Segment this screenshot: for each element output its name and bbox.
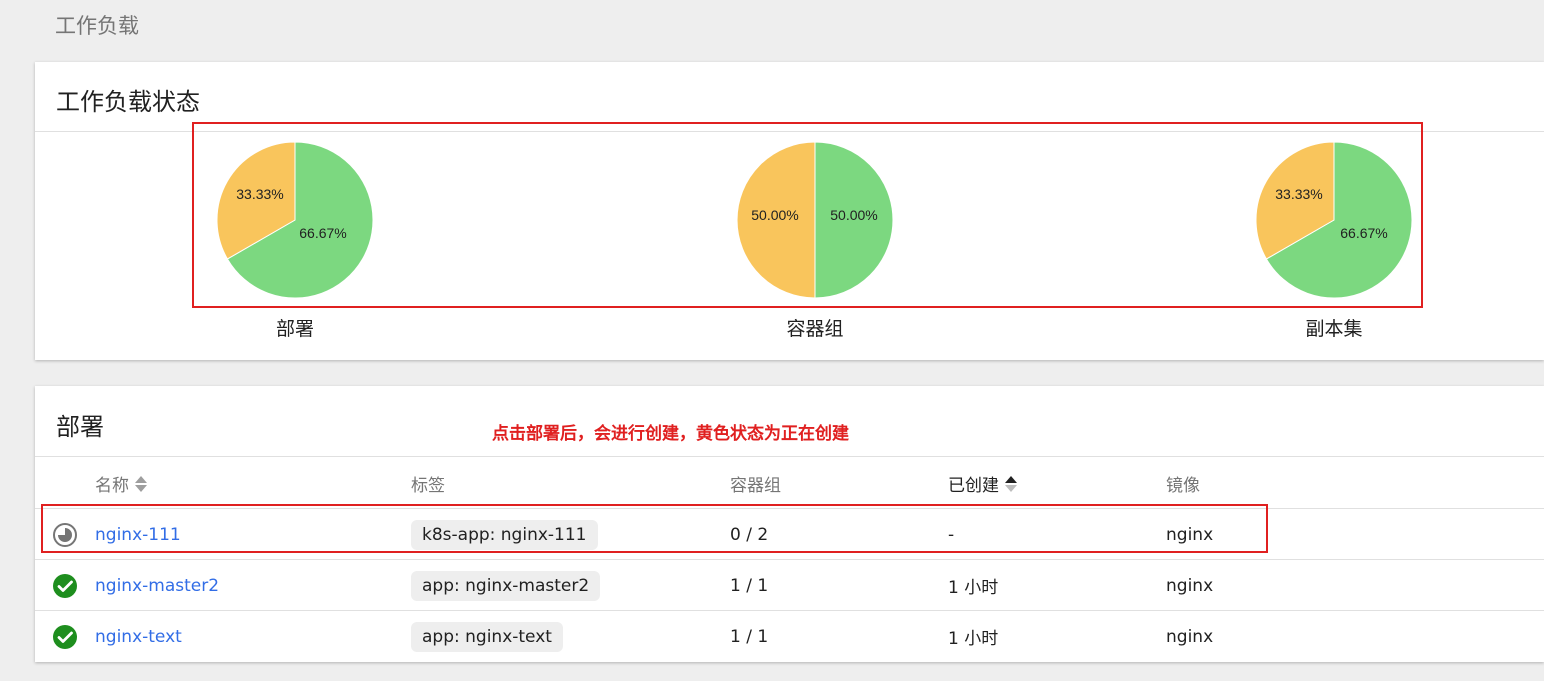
pods-slice-running-label: 50.00%	[830, 207, 877, 223]
sort-icon	[135, 475, 147, 492]
deployment-chart-label: 部署	[275, 318, 314, 340]
table-row[interactable]: nginx-text app: nginx-text 1 / 1 1 小时 ng…	[35, 610, 1544, 662]
column-header-name[interactable]: 名称	[95, 471, 147, 496]
pods-cell: 1 / 1	[730, 626, 769, 647]
label-chip: app: nginx-master2	[411, 570, 601, 601]
column-header-created[interactable]: 已创建	[948, 471, 1017, 496]
status-cell	[52, 509, 78, 560]
divider	[35, 456, 1544, 457]
pods-cell: 1 / 1	[730, 575, 769, 596]
replicaset-slice-pending-label: 33.33%	[1275, 186, 1322, 202]
pods-pie-chart: 50.00% 50.00%	[736, 141, 894, 299]
deployments-title: 部署	[56, 413, 104, 441]
created-cell: 1 小时	[948, 629, 999, 649]
label-cell: app: nginx-master2	[411, 560, 601, 611]
deployment-name-link[interactable]: nginx-111	[95, 509, 181, 560]
workload-status-card: 工作负载状态 66.67% 33.33% 部署 50.00% 50.00% 容器…	[35, 62, 1544, 360]
deployment-slice-pending-label: 33.33%	[236, 186, 283, 202]
column-header-image: 镜像	[1166, 476, 1200, 496]
image-cell: nginx	[1166, 626, 1214, 647]
status-cell	[52, 611, 78, 662]
column-header-created-label: 已创建	[948, 476, 999, 496]
table-row[interactable]: nginx-master2 app: nginx-master2 1 / 1 1…	[35, 559, 1544, 611]
pods-cell: 0 / 2	[730, 524, 769, 545]
label-chip: k8s-app: nginx-111	[411, 519, 598, 550]
pods-slice-pending-label: 50.00%	[751, 207, 798, 223]
deployment-name-link[interactable]: nginx-text	[95, 611, 182, 662]
replicaset-slice-running-label: 66.67%	[1340, 225, 1387, 241]
label-cell: k8s-app: nginx-111	[411, 509, 598, 560]
more-menu-icon[interactable]: ⋮	[1536, 408, 1544, 422]
deployment-name-link[interactable]: nginx-master2	[95, 560, 219, 611]
page-heading: 工作负载	[55, 14, 139, 38]
replicaset-chart-label: 副本集	[1305, 318, 1363, 340]
label-cell: app: nginx-text	[411, 611, 563, 662]
column-header-labels: 标签	[411, 476, 445, 496]
created-cell: -	[948, 524, 955, 545]
column-header-name-label: 名称	[95, 476, 129, 496]
sort-icon	[1005, 475, 1017, 492]
column-header-pods: 容器组	[730, 476, 781, 496]
pods-chart-label: 容器组	[786, 318, 844, 340]
image-cell: nginx	[1166, 575, 1214, 596]
label-chip: app: nginx-text	[411, 621, 563, 652]
deployment-slice-running-label: 66.67%	[299, 225, 346, 241]
table-row[interactable]: nginx-111 k8s-app: nginx-111 0 / 2 - ngi…	[35, 508, 1544, 560]
status-cell	[52, 560, 78, 611]
pending-status-icon	[53, 522, 77, 547]
deployments-card: 部署 点击部署后，会进行创建，黄色状态为正在创建 ⋮ 名称 标签 容器组 已创建…	[35, 386, 1544, 662]
check-circle-icon	[53, 573, 77, 598]
created-cell: 1 小时	[948, 578, 999, 598]
workload-status-title: 工作负载状态	[56, 88, 200, 116]
image-cell: nginx	[1166, 524, 1214, 545]
divider	[35, 131, 1544, 132]
replicaset-pie-chart: 66.67% 33.33%	[1255, 141, 1413, 299]
annotation-text: 点击部署后，会进行创建，黄色状态为正在创建	[492, 424, 849, 444]
check-circle-icon	[53, 624, 77, 649]
deployment-pie-chart: 66.67% 33.33%	[216, 141, 374, 299]
